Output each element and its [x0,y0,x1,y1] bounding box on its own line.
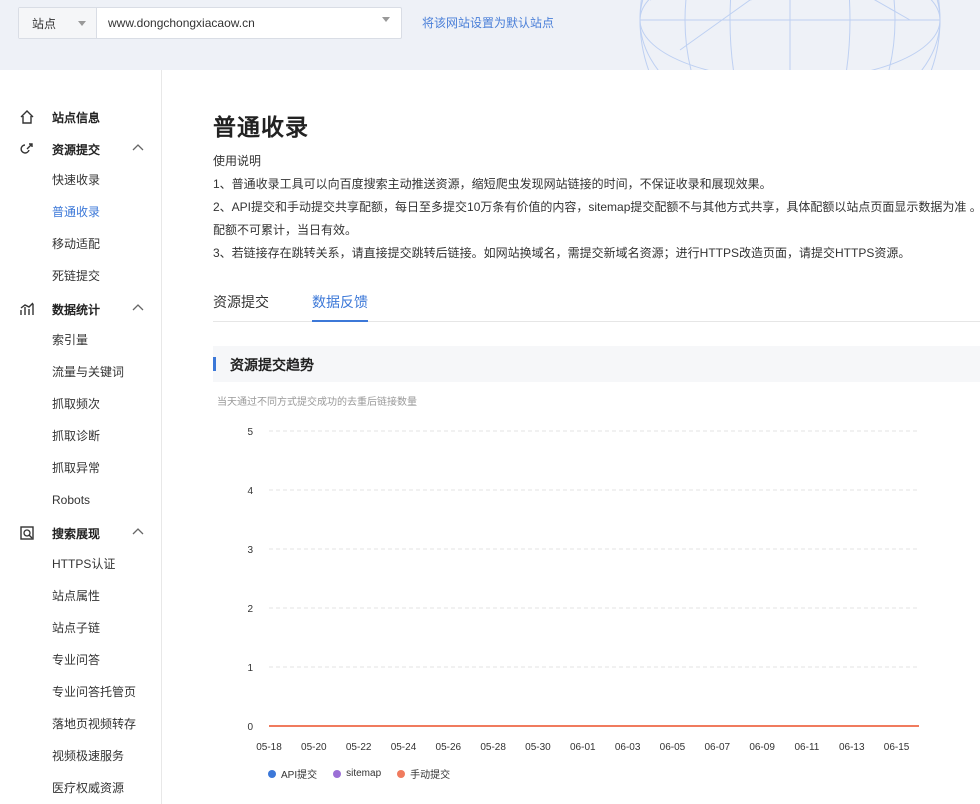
y-tick-label: 5 [247,427,253,438]
y-tick-label: 3 [247,545,253,556]
chevron-up-icon [132,528,144,535]
caret-down-icon [78,21,86,26]
top-bar: 站点 www.dongchongxiacaow.cn 将该网站设置为默认站点 [0,0,980,70]
sidebar-group-site-info[interactable]: 站点信息 [0,101,161,133]
sidebar-item-robots[interactable]: Robots [52,491,90,509]
page-title: 普通收录 [213,114,309,140]
usage-notes-heading: 使用说明 [213,154,262,168]
x-tick-label: 05-20 [301,742,327,753]
tab-bar: 资源提交 数据反馈 [213,286,980,322]
site-selector: 站点 www.dongchongxiacaow.cn [18,7,402,39]
sidebar-item-pro-qa[interactable]: 专业问答 [52,651,100,669]
y-tick-label: 0 [247,722,253,733]
usage-note: 1、普通收录工具可以向百度搜索主动推送资源，缩短爬虫发现网站链接的时间，不保证收… [213,177,772,191]
section-title: 资源提交趋势 [230,357,314,373]
sidebar: 站点信息 资源提交 快速收录 普通收录 移动适配 死链提交 数据统计 索引量 流… [0,70,162,804]
legend-item[interactable]: API提交 [268,766,317,781]
x-tick-label: 06-01 [570,742,596,753]
x-tick-label: 05-28 [480,742,506,753]
legend-label: sitemap [346,768,382,779]
sidebar-item-traffic-keywords[interactable]: 流量与关键词 [52,363,124,381]
x-tick-label: 06-03 [615,742,641,753]
legend-dot-icon [268,769,276,778]
sidebar-group-search-display[interactable]: 搜索展现 [0,517,161,549]
chart-legend: API提交 sitemap 手动提交 [268,766,466,781]
legend-label: API提交 [281,770,318,781]
x-tick-label: 05-22 [346,742,372,753]
sidebar-item-crawl-frequency[interactable]: 抓取频次 [52,395,100,413]
sidebar-group-label: 搜索展现 [52,526,101,541]
sidebar-group-label: 资源提交 [52,142,101,157]
home-icon [20,110,34,124]
sidebar-item-fast-index[interactable]: 快速收录 [52,171,100,189]
sidebar-item-video-speed[interactable]: 视频极速服务 [52,747,124,765]
sidebar-item-index-volume[interactable]: 索引量 [52,331,88,349]
sidebar-item-crawl-errors[interactable]: 抓取异常 [52,459,100,477]
x-tick-label: 05-26 [436,742,462,753]
usage-notes: 使用说明 1、普通收录工具可以向百度搜索主动推送资源，缩短爬虫发现网站链接的时间… [213,150,980,265]
stats-icon [20,302,34,315]
y-tick-label: 2 [247,604,253,615]
sidebar-item-pro-qa-hosting[interactable]: 专业问答托管页 [52,683,136,701]
sidebar-item-medical-resource[interactable]: 医疗权威资源 [52,779,124,797]
main-content: 普通收录 使用说明 1、普通收录工具可以向百度搜索主动推送资源，缩短爬虫发现网站… [162,70,980,804]
sidebar-item-site-attributes[interactable]: 站点属性 [52,587,100,605]
search-display-icon [20,526,34,540]
x-tick-label: 05-24 [391,742,417,753]
sidebar-group-resource-submit[interactable]: 资源提交 [0,133,161,165]
sidebar-group-data-stats[interactable]: 数据统计 [0,293,161,325]
site-type-label: 站点 [32,16,57,31]
sidebar-group-label: 数据统计 [52,302,101,317]
sidebar-item-landing-video[interactable]: 落地页视频转存 [52,715,136,733]
section-accent-bar [213,357,216,371]
usage-note: 3、若链接存在跳转关系，请直接提交跳转后链接。如网站换域名，需提交新域名资源；进… [213,246,911,260]
legend-label: 手动提交 [410,770,451,781]
x-tick-label: 05-18 [256,742,282,753]
chart-subtitle: 当天通过不同方式提交成功的去重后链接数量 [217,397,417,408]
sidebar-item-mobile-adapt[interactable]: 移动适配 [52,235,100,253]
caret-down-icon [382,17,390,22]
site-url-dropdown[interactable]: www.dongchongxiacaow.cn [97,8,401,38]
site-type-dropdown[interactable]: 站点 [19,8,97,38]
x-tick-label: 06-13 [839,742,865,753]
sidebar-item-dead-link[interactable]: 死链提交 [52,267,100,285]
x-tick-label: 06-05 [660,742,686,753]
x-tick-label: 05-30 [525,742,551,753]
legend-dot-icon [333,769,342,778]
y-tick-label: 1 [247,663,253,674]
x-tick-label: 06-07 [704,742,730,753]
sidebar-item-normal-index[interactable]: 普通收录 [52,203,100,221]
tab-data-feedback[interactable]: 数据反馈 [312,292,368,322]
x-tick-label: 06-15 [884,742,910,753]
sidebar-item-https[interactable]: HTTPS认证 [52,555,115,573]
sidebar-item-crawl-diagnosis[interactable]: 抓取诊断 [52,427,100,445]
usage-note: 2、API提交和手动提交共享配额，每日至多提交10万条有价值的内容，sitema… [213,200,980,237]
sidebar-item-sitelinks[interactable]: 站点子链 [52,619,100,637]
link-icon [20,143,33,154]
tab-resource-submit[interactable]: 资源提交 [213,292,269,322]
set-default-site-link[interactable]: 将该网站设置为默认站点 [422,14,554,31]
x-tick-label: 06-09 [749,742,775,753]
globe-decoration [639,0,941,70]
sidebar-group-label: 站点信息 [52,110,101,125]
chevron-up-icon [132,144,144,151]
site-url-value: www.dongchongxiacaow.cn [108,16,255,30]
legend-dot-icon [397,769,406,778]
chevron-up-icon [132,304,144,311]
section-header: 资源提交趋势 [213,346,980,382]
legend-item[interactable]: 手动提交 [397,766,450,781]
legend-item[interactable]: sitemap [333,766,381,781]
x-tick-label: 06-11 [795,742,820,753]
y-tick-label: 4 [247,486,253,497]
